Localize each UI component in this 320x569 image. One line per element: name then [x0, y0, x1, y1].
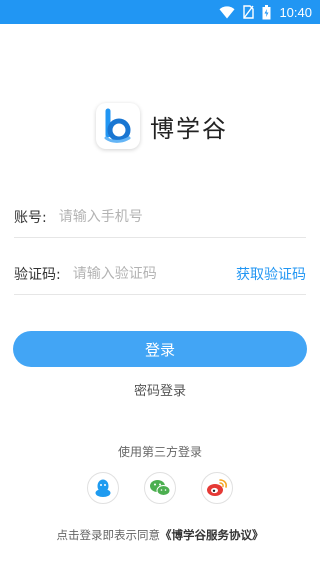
qq-login-button[interactable] [87, 472, 119, 504]
agreement-prefix: 点击登录即表示同意 [56, 528, 161, 542]
status-time: 10:40 [279, 4, 312, 20]
battery-icon [262, 4, 271, 19]
get-code-button[interactable]: 获取验证码 [236, 264, 306, 284]
account-label: 账号: [14, 209, 47, 226]
wechat-icon [150, 480, 171, 496]
agreement-text: 点击登录即表示同意《博学谷服务协议》 [0, 527, 320, 543]
qq-icon [95, 479, 111, 497]
password-login-link[interactable]: 密码登录 [0, 380, 320, 399]
wifi-icon [219, 5, 235, 18]
third-party-title: 使用第三方登录 [117, 445, 202, 459]
code-label: 验证码: [14, 266, 61, 283]
status-icons: 10:40 [219, 0, 312, 24]
logo-tile [96, 103, 140, 149]
status-bar: 10:40 [0, 0, 320, 24]
code-input[interactable] [72, 265, 236, 282]
no-sim-icon [243, 5, 255, 19]
weibo-login-button[interactable] [201, 472, 233, 504]
weibo-icon [207, 479, 227, 496]
code-row: 验证码: 获取验证码 [14, 253, 306, 295]
login-button[interactable]: 登录 [13, 331, 307, 367]
app-name: 博学谷 [150, 114, 228, 143]
wechat-login-button[interactable] [144, 472, 176, 504]
service-agreement-link[interactable]: 《博学谷服务协议》 [160, 528, 264, 542]
account-row: 账号: [14, 196, 306, 238]
phone-input[interactable] [58, 208, 306, 225]
b-logo-icon [104, 108, 131, 143]
app-logo: 博学谷 [96, 103, 228, 149]
